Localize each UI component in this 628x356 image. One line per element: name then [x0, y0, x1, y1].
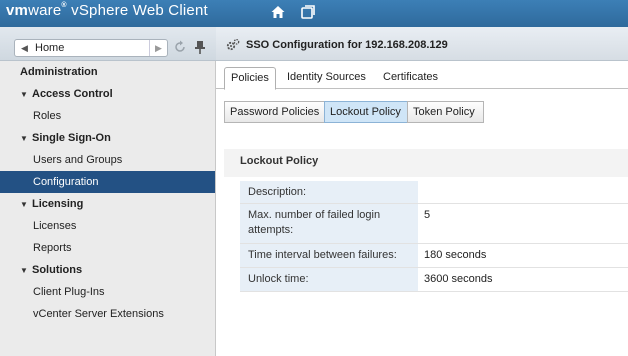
divider: [149, 40, 150, 56]
tree-section-access-control[interactable]: ▼ Access Control: [0, 83, 215, 105]
gear-icon: [226, 38, 240, 51]
subtab-label: Lockout Policy: [330, 106, 401, 118]
tab-identity-sources[interactable]: Identity Sources: [281, 67, 372, 89]
home-label: Home: [35, 42, 65, 54]
tree-label: vCenter Server Extensions: [33, 308, 164, 320]
page-title: SSO Configuration for 192.168.208.129: [246, 39, 448, 51]
tree-label: Solutions: [32, 264, 83, 276]
tree-section-licensing[interactable]: ▼ Licensing: [0, 193, 215, 215]
home-breadcrumb-button[interactable]: ◀ Home ▶: [14, 39, 168, 57]
property-value: 180 seconds: [424, 249, 487, 261]
property-key: Time interval between failures:: [240, 244, 418, 267]
subtab-token-policy[interactable]: Token Policy: [407, 101, 484, 123]
tree-label: Single Sign-On: [32, 132, 111, 144]
property-value: [418, 181, 430, 189]
tree-header-administration: Administration: [0, 61, 215, 83]
tree-label: Roles: [33, 110, 62, 122]
tree-label: Users and Groups: [33, 154, 123, 166]
history-icon[interactable]: [300, 4, 316, 20]
property-key: Unlock time:: [240, 268, 418, 291]
brand-vm: vm: [6, 2, 29, 19]
product-name: vSphere Web Client: [66, 2, 208, 19]
navigator-bar: ◀ Home ▶: [0, 27, 216, 61]
tree-label: Reports: [33, 242, 72, 254]
tree-section-solutions[interactable]: ▼ Solutions: [0, 259, 215, 281]
home-icon[interactable]: [270, 4, 286, 20]
property-row-description: Description:: [240, 181, 628, 204]
property-value: 5: [424, 209, 431, 221]
main-content: SSO Configuration for 192.168.208.129 Po…: [216, 27, 628, 356]
property-key: Max. number of failed login attempts:: [240, 204, 418, 243]
tree-label: Client Plug-Ins: [33, 286, 105, 298]
tree-item-vcenter-server-extensions[interactable]: vCenter Server Extensions: [0, 303, 215, 325]
subtab-lockout-policy[interactable]: Lockout Policy: [324, 101, 408, 123]
subtab-password-policies[interactable]: Password Policies: [224, 101, 325, 123]
tree-item-users-and-groups[interactable]: Users and Groups: [0, 149, 215, 171]
tree-section-single-sign-on[interactable]: ▼ Single Sign-On: [0, 127, 215, 149]
property-row-unlock-time: Unlock time: 3600 seconds: [240, 268, 628, 292]
tree-label: Licenses: [33, 220, 77, 232]
tree-label: Configuration: [33, 176, 99, 188]
tree-label: Access Control: [32, 88, 113, 100]
expand-caret-icon[interactable]: ▼: [20, 84, 32, 106]
tab-label: Policies: [231, 72, 269, 84]
vmware-logo: vmware® vSphere Web Client: [6, 2, 208, 19]
tree-label: Licensing: [32, 198, 84, 210]
pin-icon[interactable]: [194, 40, 206, 54]
content-header: SSO Configuration for 192.168.208.129: [216, 27, 628, 61]
tab-label: Identity Sources: [287, 71, 366, 83]
back-arrow-icon[interactable]: ◀: [21, 43, 28, 54]
refresh-icon[interactable]: [173, 40, 187, 54]
tab-policies[interactable]: Policies: [224, 67, 276, 90]
subtab-label: Password Policies: [230, 106, 320, 118]
tab-bar: Policies Identity Sources Certificates: [216, 61, 628, 90]
property-key: Description:: [240, 181, 418, 203]
tree-label: Administration: [20, 66, 98, 78]
panel-title: Lockout Policy: [240, 155, 319, 167]
tree-item-roles[interactable]: Roles: [0, 105, 215, 127]
tree-item-licenses[interactable]: Licenses: [0, 215, 215, 237]
expand-caret-icon[interactable]: ▼: [20, 128, 32, 150]
tab-label: Certificates: [383, 71, 439, 83]
forward-arrow-icon[interactable]: ▶: [155, 43, 162, 54]
app-header: vmware® vSphere Web Client: [0, 0, 628, 27]
property-row-time-interval: Time interval between failures: 180 seco…: [240, 244, 628, 268]
tree-item-reports[interactable]: Reports: [0, 237, 215, 259]
property-row-max-failed-attempts: Max. number of failed login attempts: 5: [240, 204, 628, 244]
property-value: 3600 seconds: [424, 273, 493, 285]
brand-ware: ware: [28, 2, 62, 19]
navigator-panel: ◀ Home ▶ Administration ▼ Access Control …: [0, 27, 216, 356]
expand-caret-icon[interactable]: ▼: [20, 260, 32, 282]
tab-certificates[interactable]: Certificates: [377, 67, 444, 89]
expand-caret-icon[interactable]: ▼: [20, 194, 32, 216]
subtab-label: Token Policy: [413, 106, 475, 118]
tree-item-client-plug-ins[interactable]: Client Plug-Ins: [0, 281, 215, 303]
tree-item-configuration[interactable]: Configuration: [0, 171, 215, 193]
